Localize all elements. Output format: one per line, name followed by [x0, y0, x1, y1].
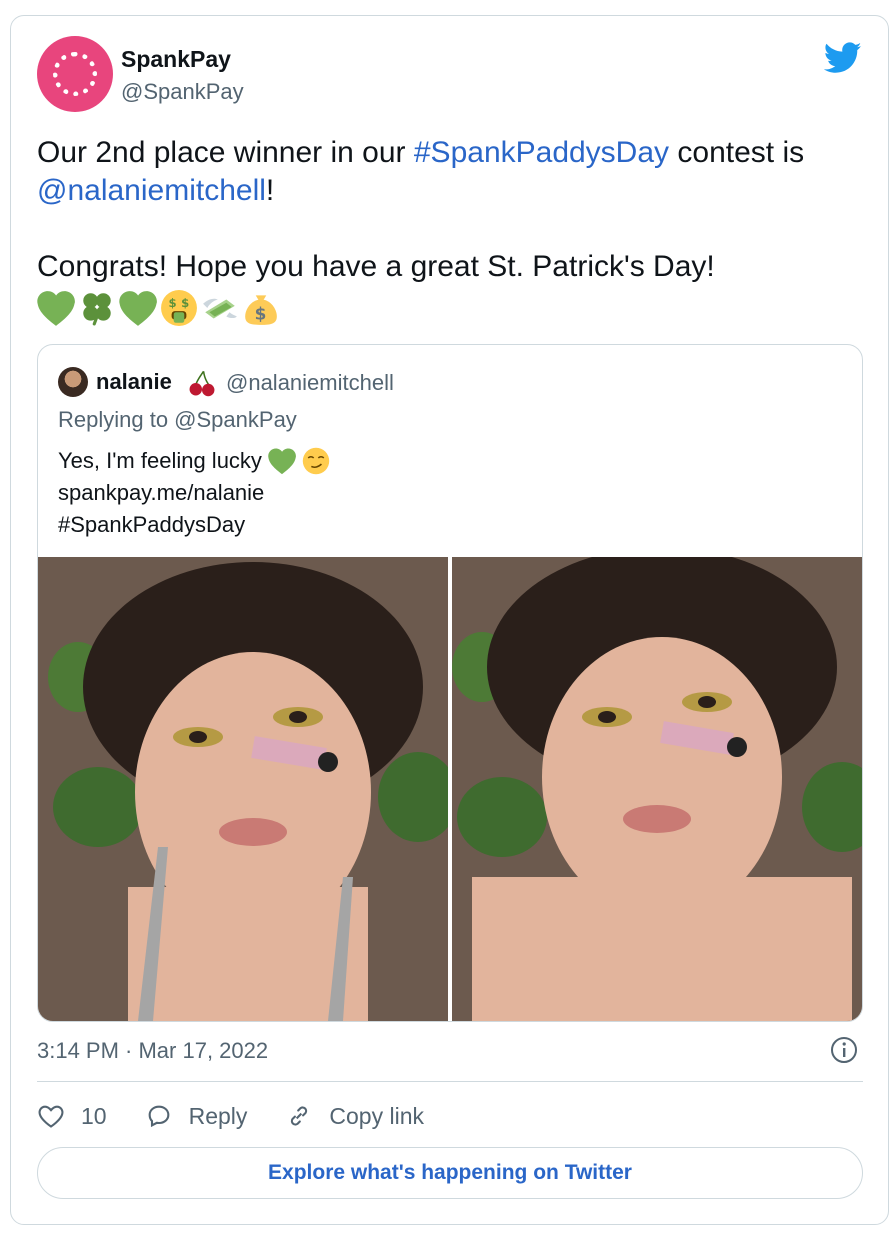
reply-label: Reply: [188, 1102, 248, 1129]
copy-link-label: Copy link: [329, 1102, 425, 1129]
like-button[interactable]: 10: [37, 1102, 107, 1130]
exclamation: !: [265, 174, 275, 207]
like-count: 10: [81, 1102, 107, 1129]
tweet-card: SpankPay @SpankPay Our 2nd place winner …: [10, 15, 889, 1225]
svg-text:$: $: [168, 296, 176, 310]
congrats-text: Congrats! Hope you have a great St. Patr…: [37, 250, 715, 283]
money-mouth-face-icon: $ $: [161, 290, 197, 326]
spankpay-logo: [53, 52, 97, 96]
money-with-wings-icon: [203, 298, 237, 319]
info-icon[interactable]: [830, 1036, 858, 1064]
green-heart-icon: [268, 448, 296, 475]
shamrock-icon: [83, 293, 111, 326]
quoted-link: spankpay.me/nalanie: [58, 480, 265, 505]
quoted-author-name[interactable]: nalanie: [96, 369, 172, 395]
reply-button[interactable]: Reply: [145, 1102, 248, 1130]
selfie-photo-1: [38, 557, 448, 1021]
quoted-author-avatar[interactable]: [58, 367, 88, 397]
mention-link[interactable]: @nalaniemitchell: [37, 174, 266, 207]
green-heart-icon: [37, 291, 75, 326]
svg-text:$: $: [181, 296, 189, 310]
divider: [37, 1081, 863, 1082]
quoted-hashtag: #SpankPaddysDay: [58, 512, 246, 537]
emoji-row: $ $ $: [37, 288, 867, 328]
tweet-actions: 10 Reply Copy link: [37, 1098, 462, 1134]
selfie-photo-2: [452, 557, 862, 1021]
author-avatar[interactable]: [37, 36, 113, 112]
hashtag-link[interactable]: #SpankPaddysDay: [414, 136, 669, 169]
twitter-bird-icon[interactable]: [824, 42, 862, 74]
link-icon: [291, 1106, 308, 1126]
quoted-author-handle[interactable]: @nalaniemitchell: [226, 370, 394, 396]
author-handle[interactable]: @SpankPay: [121, 79, 244, 105]
quoted-tweet[interactable]: nalanie @nalaniemitchell Replying to @Sp…: [37, 344, 863, 1022]
quoted-text: Yes, I'm feeling lucky spankpay.me/nalan…: [58, 445, 330, 541]
quoted-line-1: Yes, I'm feeling lucky: [58, 448, 262, 473]
cherries-icon: [189, 370, 215, 397]
tweet-text-prefix: Our 2nd place winner in our: [37, 136, 414, 169]
svg-text:$: $: [255, 304, 267, 324]
green-heart-icon: [119, 291, 157, 326]
tweet-timestamp[interactable]: 3:14 PM · Mar 17, 2022: [37, 1038, 268, 1064]
author-display-name[interactable]: SpankPay: [121, 46, 231, 73]
explore-twitter-button[interactable]: Explore what's happening on Twitter: [37, 1147, 863, 1199]
smirking-face-icon: [302, 447, 330, 475]
replying-to: Replying to @SpankPay: [58, 407, 297, 432]
heart-icon: [38, 1105, 64, 1128]
tweet-text: Our 2nd place winner in our #SpankPaddys…: [37, 134, 867, 328]
tweet-text-suffix: contest is: [669, 136, 805, 169]
quoted-photo-1[interactable]: [38, 557, 448, 1021]
reply-icon: [148, 1105, 169, 1128]
money-bag-icon: $: [245, 295, 277, 325]
copy-link-button[interactable]: Copy link: [285, 1102, 424, 1130]
quoted-photo-2[interactable]: [452, 557, 862, 1021]
